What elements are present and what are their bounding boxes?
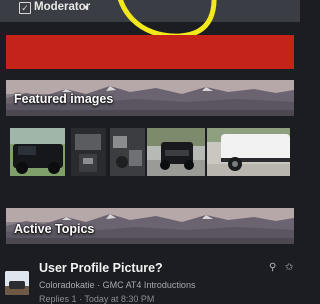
topic-sub-meta: Replies 1 · Today at 8:30 PM — [39, 294, 155, 304]
featured-images-header: Featured images — [6, 80, 294, 116]
avatar[interactable] — [5, 271, 29, 295]
moderator-dropdown[interactable]: Moderator — [34, 1, 90, 13]
active-topics-header: Active Topics — [6, 208, 294, 244]
featured-images-title: Featured images — [14, 92, 114, 106]
featured-image-1[interactable] — [10, 128, 65, 176]
featured-image-2[interactable] — [71, 128, 106, 176]
red-banner — [6, 35, 294, 69]
topic-author[interactable]: Coloradokatie — [39, 280, 95, 290]
pin-icon: ⚲ — [269, 262, 277, 273]
featured-image-5[interactable] — [207, 128, 290, 176]
active-topics-title: Active Topics — [14, 222, 95, 236]
featured-image-3[interactable] — [110, 128, 145, 176]
star-icon[interactable]: ✩ — [285, 262, 293, 273]
checkbox-icon[interactable]: ✓ — [19, 2, 31, 14]
topic-meta: Coloradokatie · GMC AT4 Introductions — [39, 280, 195, 290]
chevron-down-icon[interactable]: ▾ — [84, 3, 88, 12]
topic-title-link[interactable]: User Profile Picture? — [39, 261, 163, 275]
moderator-label: Moderator — [34, 1, 91, 13]
featured-images-row — [6, 128, 294, 180]
meta-separator: · — [97, 280, 101, 290]
topic-forum[interactable]: GMC AT4 Introductions — [103, 280, 196, 290]
featured-image-4[interactable] — [147, 128, 205, 176]
